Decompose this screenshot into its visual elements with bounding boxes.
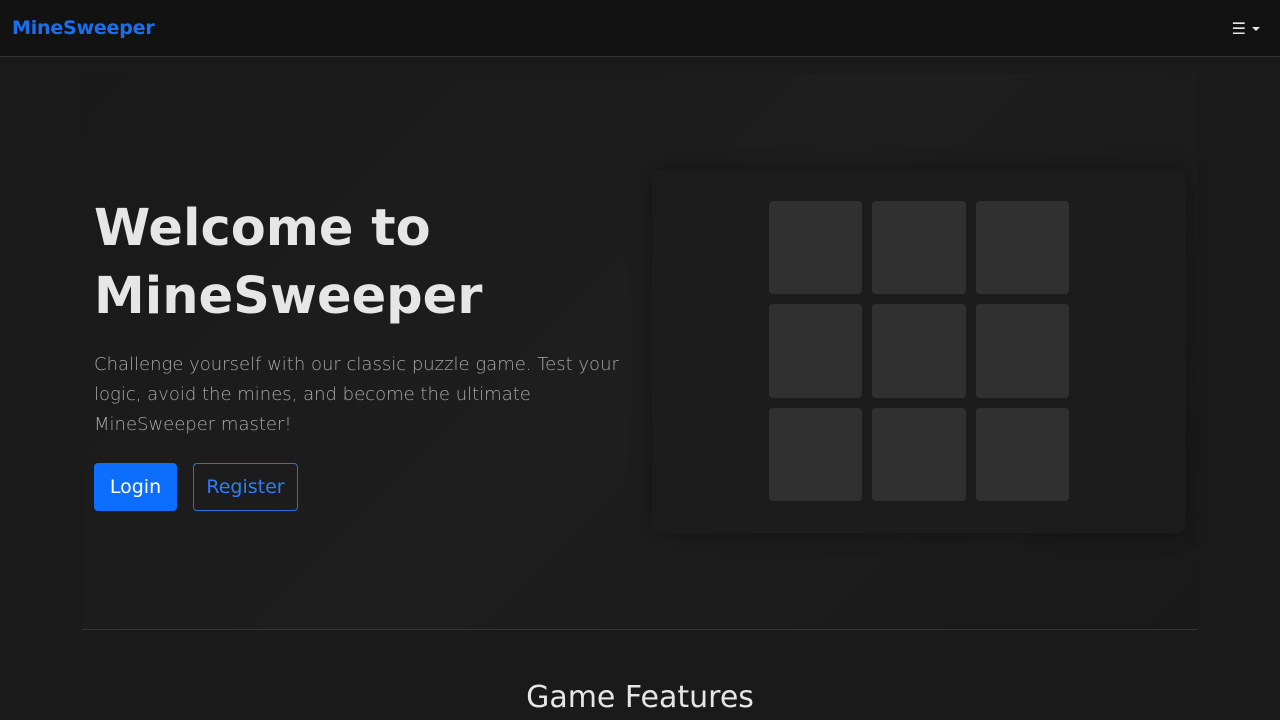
board-cell[interactable] [872, 408, 966, 501]
board-cell[interactable] [976, 408, 1069, 501]
board-preview-card [652, 169, 1186, 533]
board-preview-grid [769, 201, 1069, 501]
login-button[interactable]: Login [94, 463, 177, 511]
board-cell[interactable] [769, 201, 862, 294]
board-cell[interactable] [872, 304, 966, 398]
navbar: MineSweeper ☰ [0, 0, 1280, 57]
brand-link[interactable]: MineSweeper [12, 17, 155, 39]
hamburger-icon: ☰ [1231, 19, 1246, 38]
board-cell[interactable] [872, 201, 966, 294]
board-cell[interactable] [769, 408, 862, 501]
menu-toggle-button[interactable]: ☰ [1232, 18, 1260, 40]
hero-title: Welcome to MineSweeper [94, 199, 483, 326]
features-heading: Game Features [526, 680, 754, 715]
board-cell[interactable] [976, 304, 1069, 398]
register-button[interactable]: Register [193, 463, 298, 511]
board-cell[interactable] [976, 201, 1069, 294]
caret-down-icon [1252, 27, 1260, 31]
hero-description: Challenge yourself with our classic puzz… [94, 354, 619, 435]
hero-section: Welcome to MineSweeper Challenge yoursel… [82, 73, 1198, 630]
board-cell[interactable] [769, 304, 862, 398]
